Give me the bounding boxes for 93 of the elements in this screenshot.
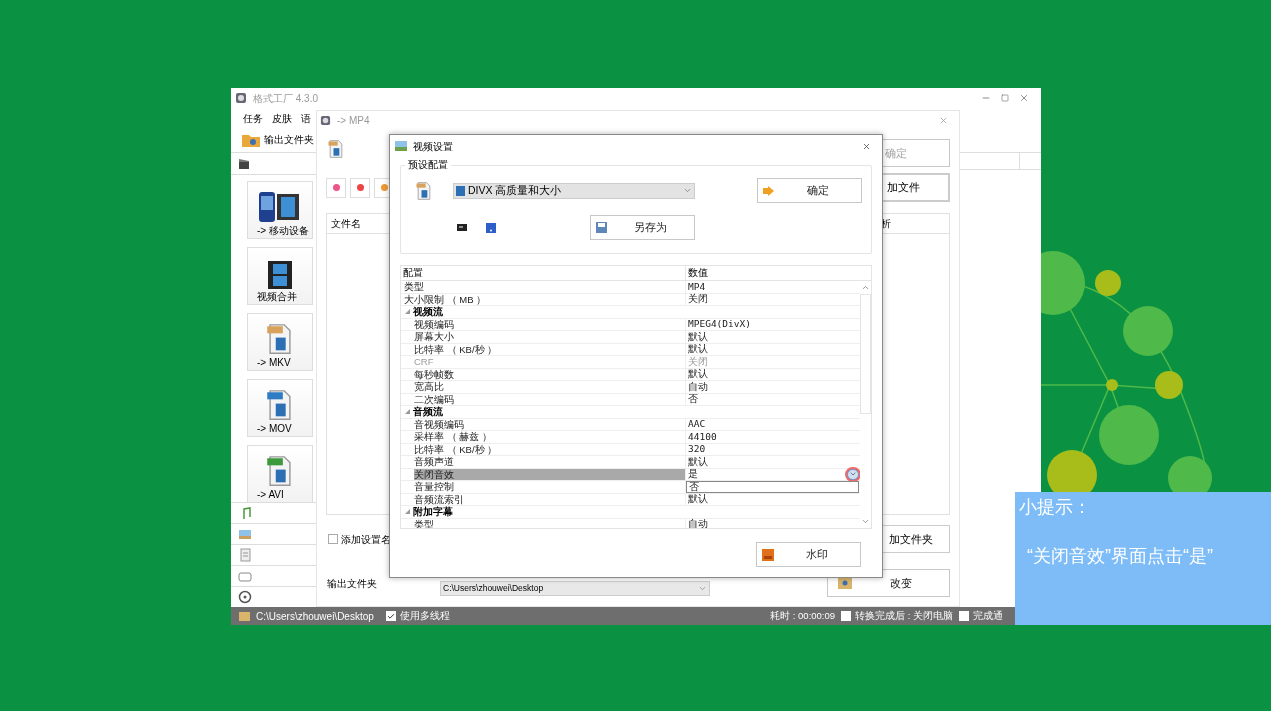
save-as-button[interactable]: 另存为	[590, 215, 695, 240]
menu-item[interactable]: 任务	[243, 110, 263, 126]
film-strip-icon	[266, 260, 294, 290]
property-value: MPEG4(DivX)	[688, 318, 751, 331]
column-header: 数值	[687, 266, 709, 280]
elapsed-time: 耗时 : 00:00:09	[770, 608, 836, 623]
property-value: AAC	[688, 418, 706, 431]
window-title: -> MP4	[337, 113, 370, 128]
checkbox-label: 转换完成后 : 关闭电脑	[855, 608, 953, 623]
close-icon[interactable]	[1019, 93, 1029, 103]
property-value: 否	[688, 393, 698, 406]
checkbox-label: 完成通	[973, 608, 1003, 623]
scroll-up-icon[interactable]	[861, 283, 870, 292]
output-folder-select[interactable]: C:\Users\zhouwei\Desktop	[440, 580, 710, 596]
toolbar-icon-button[interactable]	[326, 177, 346, 198]
close-icon[interactable]	[862, 141, 871, 151]
conversion-tile[interactable]: -> AVI	[247, 445, 313, 502]
property-name[interactable]: 音量控制	[414, 481, 685, 493]
property-name[interactable]: 屏幕大小	[414, 331, 685, 343]
document-icon	[238, 548, 252, 562]
property-name[interactable]: 视频编码	[414, 318, 685, 330]
property-value: 默认	[688, 455, 708, 468]
dropdown-option[interactable]: 否	[687, 481, 858, 492]
expand-arrow-icon[interactable]	[405, 309, 410, 315]
dialog-title: 视频设置	[413, 139, 453, 154]
column-header: 文件名	[331, 217, 361, 231]
property-value: 自动	[688, 380, 708, 393]
app-icon	[320, 114, 331, 126]
property-name[interactable]: 音视频编码	[414, 418, 685, 430]
conversion-tile[interactable]: 视频合并	[247, 247, 313, 305]
preset-select[interactable]: DIVX 高质量和大小	[453, 182, 695, 199]
property-value: 关闭	[688, 293, 708, 306]
property-value: 44100	[688, 430, 717, 443]
checkbox-label: 添加设置名	[341, 532, 391, 547]
status-path: C:\Users\zhouwei\Desktop	[256, 609, 374, 624]
property-value: 320	[688, 443, 706, 456]
property-name[interactable]: 比特率 （ KB/秒 ）	[414, 343, 685, 355]
command-prompt-icon[interactable]	[457, 224, 467, 231]
output-folder-toolbar-button[interactable]: 输出文件夹	[231, 128, 316, 152]
category-label: 附加字幕	[413, 505, 453, 519]
property-name[interactable]: 类型	[414, 518, 685, 528]
checkbox-label: 使用多线程	[399, 608, 450, 623]
property-name[interactable]: 宽高比	[414, 381, 685, 393]
category-label: 视频流	[413, 305, 443, 319]
scroll-down-icon[interactable]	[861, 517, 870, 526]
group-legend: 预设配置	[405, 159, 451, 171]
close-icon[interactable]	[939, 115, 948, 125]
property-name[interactable]: 采样率 （ 赫兹 ）	[414, 431, 685, 443]
conversion-tile[interactable]: -> MKV	[247, 313, 313, 371]
arrow-right-icon	[763, 185, 774, 196]
column-header: 配置	[401, 266, 686, 280]
expand-arrow-icon[interactable]	[405, 409, 410, 415]
property-name[interactable]: 类型	[404, 281, 685, 293]
dropdown-button[interactable]	[847, 468, 859, 480]
category-label: 音频流	[413, 405, 443, 419]
maximize-icon[interactable]	[1001, 94, 1009, 102]
clapperboard-icon[interactable]	[238, 157, 250, 170]
window-title: 格式工厂 4.3.0	[253, 91, 319, 106]
menu-item[interactable]: 语	[301, 110, 311, 126]
expand-arrow-icon[interactable]	[405, 509, 410, 515]
conversion-tile[interactable]: -> 移动设备	[247, 181, 313, 239]
scrollbar-thumb[interactable]	[860, 294, 871, 414]
save-icon	[596, 222, 607, 233]
property-name[interactable]: 大小限制 （ MB ）	[404, 293, 685, 305]
property-value: MP4	[688, 281, 706, 293]
conversion-tile[interactable]: -> MOV	[247, 379, 313, 437]
picture-icon	[395, 141, 407, 151]
checkbox[interactable]	[328, 534, 338, 544]
property-value: 默认	[688, 493, 708, 506]
property-name[interactable]: 二次编码	[414, 393, 685, 405]
output-folder-label: 输出文件夹	[326, 576, 378, 591]
property-value: 是	[688, 468, 698, 481]
ok-button[interactable]: 确定	[757, 178, 862, 203]
property-value: 默认	[688, 368, 708, 381]
folder-icon	[242, 133, 260, 147]
tip-text: “关闭音效”界面点击“是”	[1026, 545, 1214, 568]
toolbar-icon-button[interactable]	[350, 177, 370, 198]
property-name[interactable]: 音频声道	[414, 456, 685, 468]
property-name[interactable]: 每秒帧数	[414, 368, 685, 380]
property-value: 自动	[688, 518, 708, 528]
property-name[interactable]: 音频流索引	[414, 493, 685, 505]
property-name[interactable]: 比特率 （ KB/秒 ）	[414, 443, 685, 455]
property-value: 关闭	[688, 355, 708, 368]
watermark-icon	[762, 548, 774, 561]
tip-title: 小提示：	[1018, 496, 1092, 519]
disc-drive-icon	[238, 569, 252, 583]
app-icon	[235, 92, 247, 104]
menu-item[interactable]: 皮肤	[272, 110, 292, 126]
folder-icon	[239, 611, 250, 621]
picture-icon	[238, 527, 252, 541]
watermark-button[interactable]: 水印	[756, 542, 861, 567]
property-value: 默认	[688, 330, 708, 343]
property-value: 默认	[688, 343, 708, 356]
